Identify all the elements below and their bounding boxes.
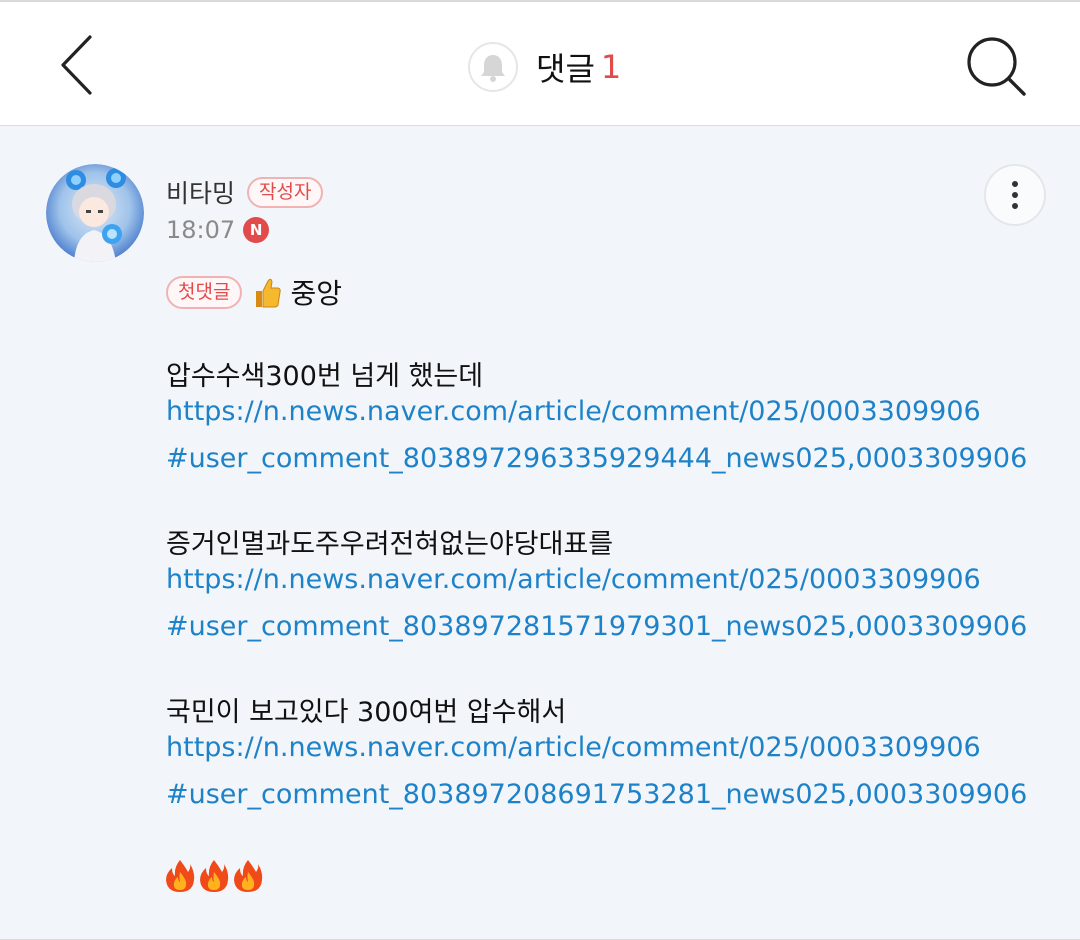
- comment-text-line: 국민이 보고있다 300여번 압수해서: [166, 697, 567, 728]
- avatar[interactable]: [46, 164, 144, 262]
- comment-link[interactable]: #user_comment_803897296335929444_news025…: [166, 443, 1027, 474]
- author-badge: 작성자: [247, 176, 324, 208]
- comment-link[interactable]: https://n.news.naver.com/article/comment…: [166, 732, 981, 763]
- comment-link[interactable]: #user_comment_803897208691753281_news025…: [166, 779, 1027, 810]
- bell-icon: [481, 55, 505, 82]
- more-options-button[interactable]: [984, 164, 1046, 226]
- comment-link[interactable]: #user_comment_803897281571979301_news025…: [166, 611, 1027, 642]
- comment-text-line: 증거인멸과도주우려전혀없는야당대표를: [166, 529, 614, 560]
- search-button[interactable]: [962, 32, 1032, 102]
- avatar-image: [46, 164, 144, 262]
- author-name[interactable]: 비타밍: [166, 174, 235, 210]
- first-comment-badge: 첫댓글: [166, 275, 243, 309]
- top-app-bar: 댓글 1: [0, 0, 1080, 126]
- more-dot-icon: [1012, 203, 1018, 209]
- fire-emoji-row: [164, 858, 264, 894]
- comment-text-line: 압수수색300번 넘게 했는데: [166, 361, 484, 392]
- comment-author-row: 비타밍 작성자: [166, 174, 324, 210]
- fire-icon: [200, 860, 229, 892]
- first-comment-row: 첫댓글 중앙: [166, 272, 342, 312]
- comment-link[interactable]: https://n.news.naver.com/article/comment…: [166, 396, 981, 427]
- search-icon: [967, 37, 1026, 96]
- new-badge: N: [243, 217, 270, 243]
- page-title: 댓글: [536, 50, 595, 88]
- thumbs-up-icon: [256, 278, 282, 308]
- fire-icon: [234, 860, 263, 892]
- comment-count: 1: [600, 48, 622, 86]
- comment-meta: 18:07 N: [166, 216, 270, 244]
- comment-time: 18:07: [166, 216, 236, 244]
- more-dot-icon: [1012, 181, 1018, 187]
- back-arrow-icon: [61, 35, 92, 95]
- header-title-group: 댓글 1: [468, 40, 621, 94]
- comment-link[interactable]: https://n.news.naver.com/article/comment…: [166, 564, 981, 595]
- notification-bell-button[interactable]: [468, 42, 518, 92]
- back-button[interactable]: [50, 32, 110, 98]
- fire-icon: [166, 860, 195, 892]
- more-dot-icon: [1012, 192, 1018, 198]
- comment-first-line: 중앙: [290, 277, 342, 310]
- comment-item: 비타밍 작성자 18:07 N 첫댓글 중앙 압수수색300번 넘게 했는데 h…: [0, 126, 1080, 940]
